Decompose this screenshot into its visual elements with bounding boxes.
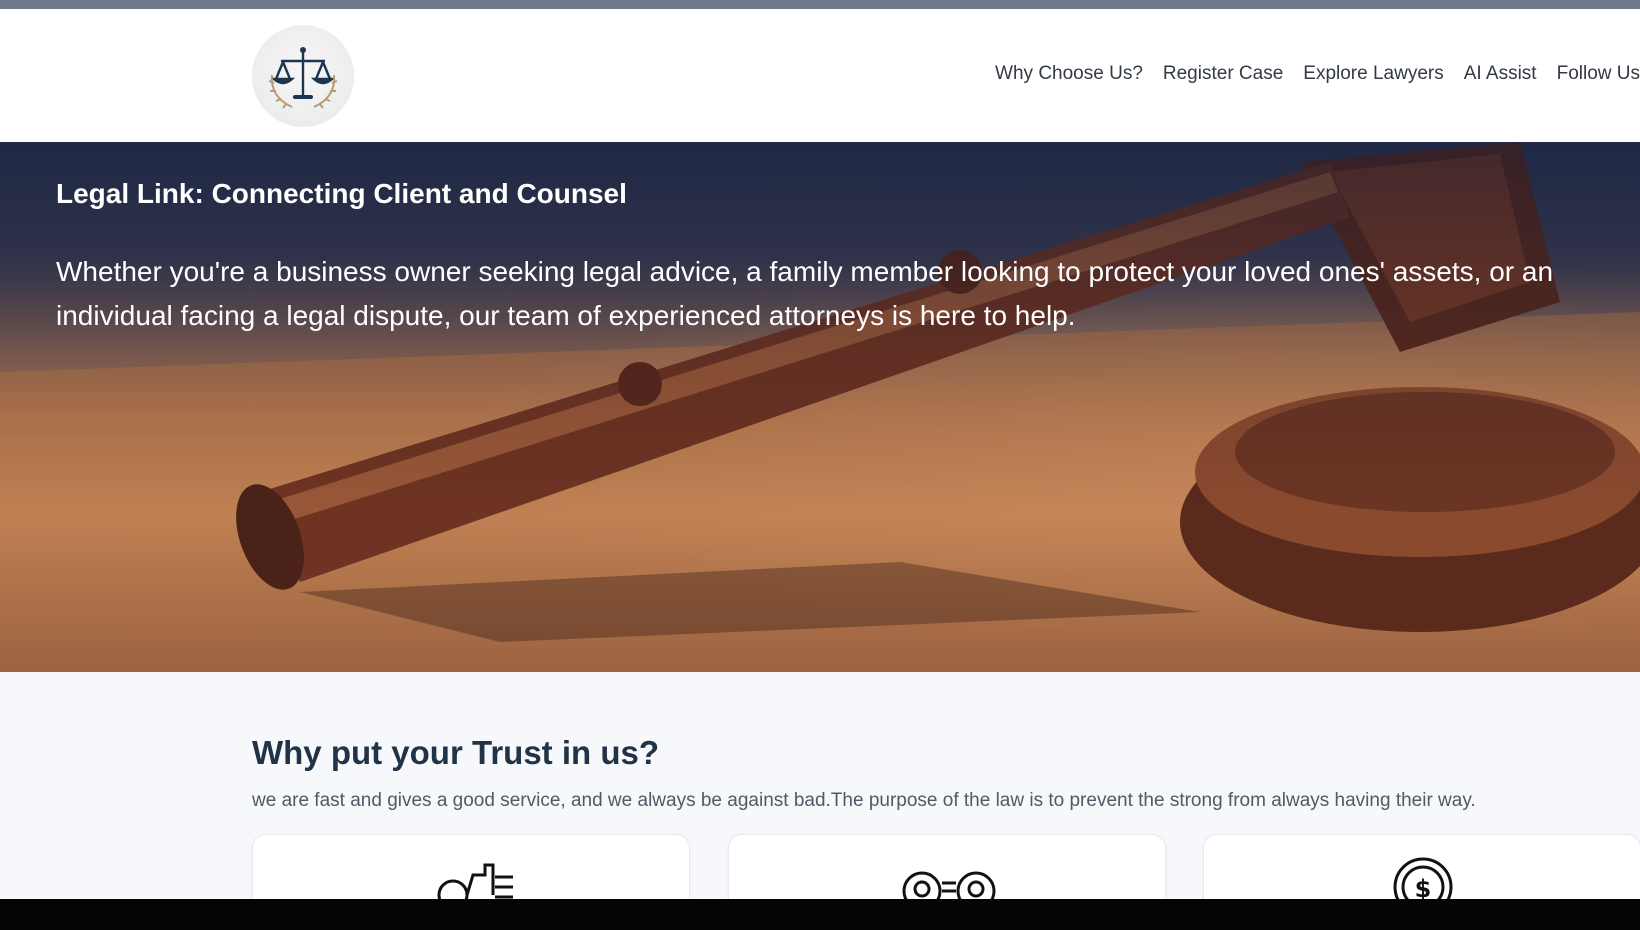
bottom-strip — [0, 899, 1640, 930]
nav-register-case[interactable]: Register Case — [1163, 63, 1283, 85]
nav-why-choose-us[interactable]: Why Choose Us? — [995, 63, 1143, 85]
hero-banner: Legal Link: Connecting Client and Counse… — [0, 142, 1640, 672]
nav-explore-lawyers[interactable]: Explore Lawyers — [1303, 63, 1443, 85]
scales-of-justice-logo[interactable] — [252, 25, 354, 127]
main-nav: Why Choose Us? Register Case Explore Law… — [995, 63, 1640, 85]
handshake-gear-icon — [437, 863, 513, 905]
hero-text: Whether you're a business owner seeking … — [56, 256, 1554, 331]
hero-overlay — [0, 142, 1640, 672]
site-header: Why Choose Us? Register Case Explore Law… — [0, 9, 1640, 142]
people-exchange-icon — [902, 871, 996, 905]
scales-icon — [268, 47, 338, 109]
section-description: we are fast and gives a good service, an… — [252, 790, 1476, 811]
trust-section: Why put your Trust in us? we are fast an… — [0, 672, 1640, 924]
dollar-coin-icon: $ — [1393, 857, 1453, 905]
browser-top-strip — [0, 0, 1640, 9]
nav-follow-us[interactable]: Follow Us — [1557, 63, 1640, 85]
section-title: Why put your Trust in us? — [252, 734, 659, 771]
hero-title: Legal Link: Connecting Client and Counse… — [56, 178, 627, 209]
nav-ai-assist[interactable]: AI Assist — [1464, 63, 1537, 85]
